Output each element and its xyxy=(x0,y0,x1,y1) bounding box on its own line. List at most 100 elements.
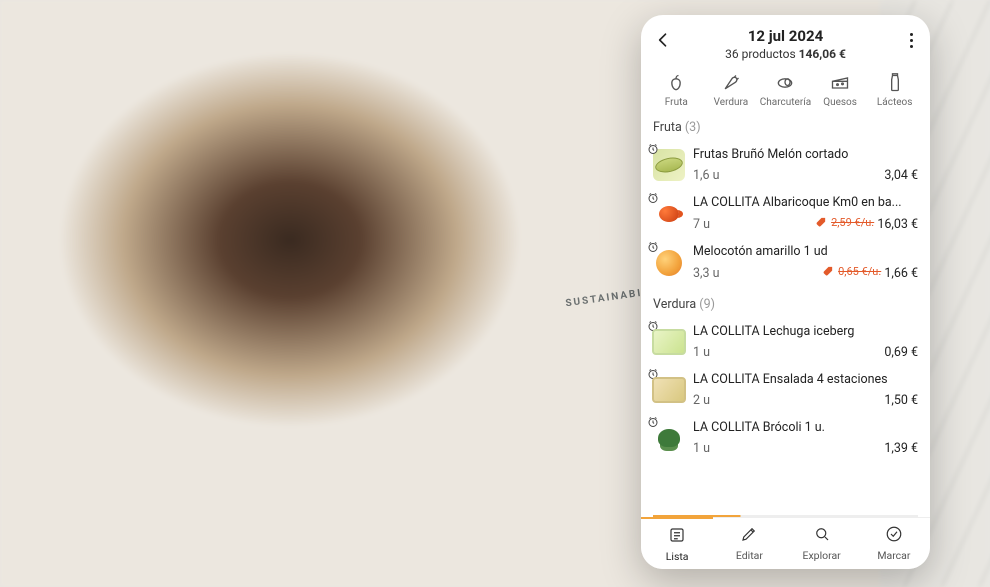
check-icon xyxy=(885,525,903,546)
list-item[interactable]: Frutas Bruñó Melón cortado 1,6 u 3,04 € xyxy=(641,141,930,189)
discount-badge: 0,65 €/u. xyxy=(823,265,881,278)
search-icon xyxy=(813,525,831,546)
cheese-icon xyxy=(830,73,850,93)
item-price-wrap: 1,39 € xyxy=(884,441,918,456)
category-fruta[interactable]: Fruta xyxy=(649,73,704,108)
tab-lista[interactable]: Lista xyxy=(641,517,713,569)
list-item[interactable]: LA COLLITA Brócoli 1 u. 1 u 1,39 € xyxy=(641,414,930,462)
category-label: Fruta xyxy=(665,97,688,108)
timer-icon xyxy=(647,368,659,380)
shopping-list-card: 12 jul 2024 36 productos 146,06 € Fruta … xyxy=(641,15,930,569)
item-title: LA COLLITA Brócoli 1 u. xyxy=(693,420,918,435)
item-subline: 7 u 2,59 €/u. 16,03 € xyxy=(693,216,918,232)
list-item[interactable]: Melocotón amarillo 1 ud 3,3 u 0,65 €/u. … xyxy=(641,238,930,287)
item-subline: 2 u 1,50 € xyxy=(693,393,918,408)
item-main: Melocotón amarillo 1 ud 3,3 u 0,65 €/u. … xyxy=(693,244,918,281)
tab-label: Editar xyxy=(736,549,763,562)
category-label: Charcutería xyxy=(760,97,811,108)
tab-label: Marcar xyxy=(877,549,910,562)
item-title: LA COLLITA Albaricoque Km0 en ba... xyxy=(693,195,918,210)
category-label: Lácteos xyxy=(877,97,913,108)
list-subtitle: 36 productos 146,06 € xyxy=(649,47,922,61)
item-main: LA COLLITA Albaricoque Km0 en ba... 7 u … xyxy=(693,195,918,232)
item-thumb-melon xyxy=(653,149,685,181)
discount-badge: 2,59 €/u. xyxy=(816,216,874,229)
section-header-fruta: Fruta (3) xyxy=(641,110,930,141)
timer-icon xyxy=(647,143,659,155)
item-qty: 2 u xyxy=(693,393,710,408)
list-icon xyxy=(668,526,686,547)
timer-icon xyxy=(647,192,659,204)
item-price: 1,50 € xyxy=(884,393,918,408)
tab-label: Explorar xyxy=(803,549,841,562)
category-quesos[interactable]: Quesos xyxy=(813,73,868,108)
category-charcuteria[interactable]: Charcutería xyxy=(758,73,813,108)
apple-icon xyxy=(666,73,686,93)
section-count-value: 9 xyxy=(704,297,711,312)
item-subline: 1 u 1,39 € xyxy=(693,441,918,456)
item-subline: 1,6 u 3,04 € xyxy=(693,168,918,183)
category-lacteos[interactable]: Lácteos xyxy=(867,73,922,108)
list-total: 146,06 € xyxy=(799,47,846,61)
item-price: 16,03 € xyxy=(877,217,918,232)
item-thumb-apricot xyxy=(653,198,685,230)
back-button[interactable] xyxy=(653,29,675,51)
item-qty: 1 u xyxy=(693,441,710,456)
arrow-left-icon xyxy=(653,30,673,50)
kebab-dot xyxy=(910,39,913,42)
item-thumb-peach xyxy=(653,247,685,279)
category-label: Quesos xyxy=(823,97,857,108)
kebab-dot xyxy=(910,33,913,36)
item-main: LA COLLITA Ensalada 4 estaciones 2 u 1,5… xyxy=(693,372,918,408)
discount-original-price: 2,59 €/u. xyxy=(831,216,874,229)
item-price: 3,04 € xyxy=(884,168,918,183)
item-qty: 3,3 u xyxy=(693,266,720,281)
item-price: 1,39 € xyxy=(884,441,918,456)
section-header-verdura: Verdura (9) xyxy=(641,287,930,318)
pencil-icon xyxy=(740,525,758,546)
item-title: LA COLLITA Ensalada 4 estaciones xyxy=(693,372,918,387)
item-qty: 7 u xyxy=(693,217,710,232)
list-item[interactable]: LA COLLITA Ensalada 4 estaciones 2 u 1,5… xyxy=(641,366,930,414)
item-price: 0,69 € xyxy=(884,345,918,360)
discount-original-price: 0,65 €/u. xyxy=(838,265,881,278)
kebab-dot xyxy=(910,45,913,48)
item-thumb-broccoli xyxy=(653,422,685,454)
item-subline: 1 u 0,69 € xyxy=(693,345,918,360)
item-qty: 1 u xyxy=(693,345,710,360)
category-verdura[interactable]: Verdura xyxy=(704,73,759,108)
ham-icon xyxy=(775,73,795,93)
tab-label: Lista xyxy=(666,550,689,563)
list-item[interactable]: LA COLLITA Lechuga iceberg 1 u 0,69 € xyxy=(641,318,930,366)
list-item[interactable]: LA COLLITA Albaricoque Km0 en ba... 7 u … xyxy=(641,189,930,238)
section-name: Verdura xyxy=(653,297,696,312)
carrot-icon xyxy=(721,73,741,93)
item-qty: 1,6 u xyxy=(693,168,720,183)
item-price-wrap: 1,50 € xyxy=(884,393,918,408)
item-price-wrap: 0,65 €/u. 1,66 € xyxy=(823,265,918,281)
category-filter-row: Fruta Verdura Charcutería Quesos Lácteos xyxy=(641,67,930,110)
section-count: ) xyxy=(711,297,715,312)
product-count: 36 productos xyxy=(725,47,796,61)
item-scroll-area[interactable]: Fruta (3) Frutas Bruñó Melón cortado 1,6… xyxy=(641,110,930,515)
item-thumb-salad xyxy=(653,374,685,406)
item-price-wrap: 2,59 €/u. 16,03 € xyxy=(816,216,918,232)
tab-editar[interactable]: Editar xyxy=(713,518,785,569)
timer-icon xyxy=(647,241,659,253)
item-title: Frutas Bruñó Melón cortado xyxy=(693,147,918,162)
item-main: Frutas Bruñó Melón cortado 1,6 u 3,04 € xyxy=(693,147,918,183)
item-price: 1,66 € xyxy=(884,266,918,281)
timer-icon xyxy=(647,320,659,332)
category-label: Verdura xyxy=(714,97,749,108)
milk-icon xyxy=(885,73,905,93)
tab-explorar[interactable]: Explorar xyxy=(786,518,858,569)
tab-marcar[interactable]: Marcar xyxy=(858,518,930,569)
bottom-tab-bar: Lista Editar Explorar Marcar xyxy=(641,517,930,569)
item-price-wrap: 0,69 € xyxy=(884,345,918,360)
section-name: Fruta xyxy=(653,120,682,135)
item-main: LA COLLITA Brócoli 1 u. 1 u 1,39 € xyxy=(693,420,918,456)
item-main: LA COLLITA Lechuga iceberg 1 u 0,69 € xyxy=(693,324,918,360)
item-title: LA COLLITA Lechuga iceberg xyxy=(693,324,918,339)
item-thumb-lettuce xyxy=(653,326,685,358)
overflow-menu-button[interactable] xyxy=(902,29,920,51)
